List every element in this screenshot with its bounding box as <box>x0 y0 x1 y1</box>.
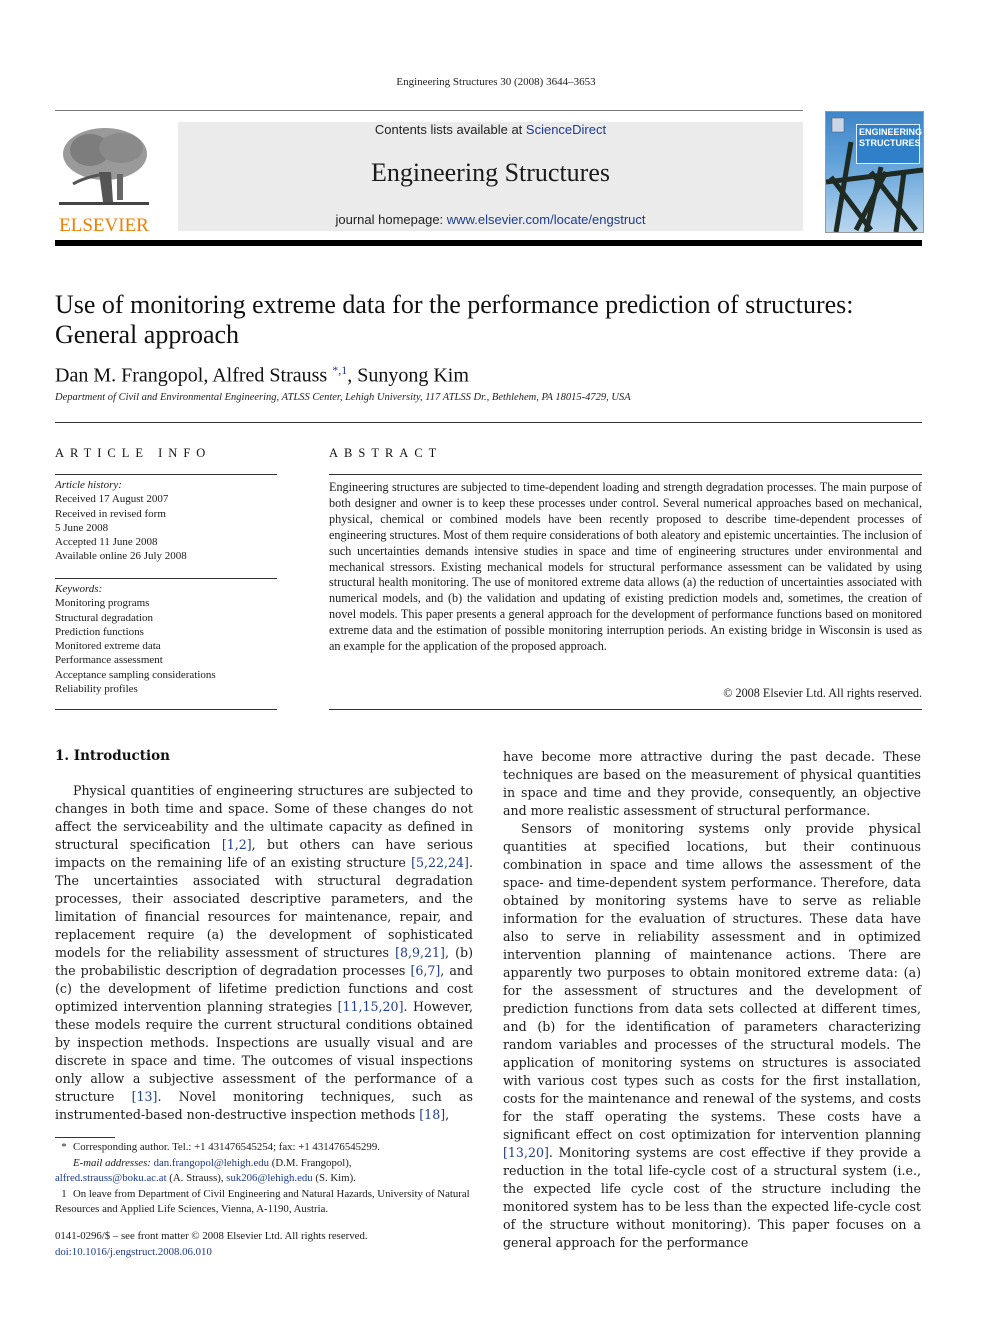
body-text: Sensors of monitoring systems only provi… <box>503 821 921 1142</box>
keyword-item: Monitoring programs <box>55 597 150 610</box>
intro-paragraph-continued: have become more attractive during the p… <box>503 749 921 818</box>
homepage-line: journal homepage: www.elsevier.com/locat… <box>178 212 803 227</box>
email-link[interactable]: suk206@lehigh.edu <box>226 1172 312 1184</box>
title-line1: Use of monitoring extreme data for the p… <box>55 290 854 319</box>
citation-link[interactable]: [13] <box>132 1089 158 1104</box>
author-footnote-marker[interactable]: *,1 <box>332 363 347 377</box>
abstract-body: Engineering structures are subjected to … <box>329 480 922 654</box>
citation-link[interactable]: [8,9,21] <box>395 945 445 960</box>
title-line2: General approach <box>55 320 240 349</box>
keyword-item: Performance assessment <box>55 654 163 667</box>
citation-link[interactable]: [13,20] <box>503 1145 549 1160</box>
header-rule <box>55 110 803 111</box>
intro-paragraph: Sensors of monitoring systems only provi… <box>503 820 921 1252</box>
abstract-bottom-rule <box>329 709 922 710</box>
footnote-star-mark: * <box>61 1141 67 1153</box>
abstract-rule <box>329 474 922 475</box>
citation-link[interactable]: [5,22,24] <box>411 855 469 870</box>
keyword-item: Structural degradation <box>55 611 154 624</box>
history-label: Article history: <box>55 479 122 491</box>
intro-right-column: have become more attractive during the p… <box>503 748 921 1252</box>
authors-text: Dan M. Frangopol, Alfred Strauss <box>55 364 333 387</box>
body-text: . Monitoring systems are cost effective … <box>503 1145 921 1250</box>
citation-link[interactable]: [18] <box>419 1107 445 1122</box>
cover-title-line2: STRUCTURES <box>859 138 921 148</box>
keyword-item: Acceptance sampling considerations <box>55 668 216 681</box>
citation-link[interactable]: [1,2] <box>222 837 252 852</box>
keywords-label: Keywords: <box>55 583 103 595</box>
footnotes: * Corresponding author. Tel.: +1 43147654… <box>55 1140 475 1218</box>
running-head: Engineering Structures 30 (2008) 3644–36… <box>396 76 596 88</box>
footnote-on-leave: 1 On leave from Department of Civil Engin… <box>55 1187 475 1218</box>
article-history: Article history: Received 17 August 2007… <box>55 478 277 564</box>
journal-cover-image[interactable]: ENGINEERING STRUCTURES <box>825 111 924 233</box>
email-link[interactable]: dan.frangopol@lehigh.edu <box>154 1157 269 1169</box>
elsevier-wordmark: ELSEVIER <box>59 215 149 236</box>
elsevier-logo[interactable]: ELSEVIER <box>55 122 153 236</box>
cover-title: ENGINEERING STRUCTURES <box>856 124 923 164</box>
abstract-copyright: © 2008 Elsevier Ltd. All rights reserved… <box>723 686 922 700</box>
citation-link[interactable]: [6,7] <box>410 963 440 978</box>
elsevier-tree-icon <box>55 122 153 210</box>
abstract-heading: ABSTRACT <box>329 446 443 460</box>
history-item: Received in revised form <box>55 507 166 520</box>
section-heading-introduction: 1. Introduction <box>55 748 170 764</box>
history-item: Available online 26 July 2008 <box>55 550 187 563</box>
corresponding-author-text: Corresponding author. Tel.: +1 431476545… <box>73 1141 380 1153</box>
keyword-item: Prediction functions <box>55 625 144 638</box>
article-info-heading: ARTICLE INFO <box>55 446 212 460</box>
email-owner: (D.M. Frangopol), <box>271 1156 352 1169</box>
email-owner: (S. Kim). <box>315 1172 356 1184</box>
email-label: E-mail addresses: <box>73 1156 151 1169</box>
email-link[interactable]: alfred.strauss@boku.ac.at <box>55 1172 167 1184</box>
history-item: 5 June 2008 <box>55 521 109 534</box>
citation-link[interactable]: [11,15,20] <box>338 999 404 1014</box>
keywords-list: Keywords: Monitoring programs Structural… <box>55 582 277 696</box>
affiliation: Department of Civil and Environmental En… <box>55 392 631 403</box>
contents-line: Contents lists available at ScienceDirec… <box>178 122 803 137</box>
keyword-item: Monitored extreme data <box>55 640 161 653</box>
author-list: Dan M. Frangopol, Alfred Strauss *,1, Su… <box>55 363 469 388</box>
contents-prefix: Contents lists available at <box>374 122 526 137</box>
doi-link[interactable]: doi:10.1016/j.engstruct.2008.06.010 <box>55 1245 475 1261</box>
intro-left-column: Physical quantities of engineering struc… <box>55 782 473 1124</box>
masthead-divider <box>55 240 922 246</box>
homepage-prefix: journal homepage: <box>335 212 447 227</box>
footnote-one-mark: 1 <box>61 1187 67 1200</box>
journal-masthead: Contents lists available at ScienceDirec… <box>178 122 803 231</box>
on-leave-text: On leave from Department of Civil Engine… <box>55 1187 470 1216</box>
article-title: Use of monitoring extreme data for the p… <box>55 290 935 350</box>
article-info-rule <box>55 474 277 475</box>
journal-name: Engineering Structures <box>371 158 610 187</box>
issn-copyright: 0141-0296/$ – see front matter © 2008 El… <box>55 1230 368 1242</box>
front-matter: 0141-0296/$ – see front matter © 2008 El… <box>55 1229 475 1260</box>
cover-title-line1: ENGINEERING <box>859 127 923 137</box>
footnote-emails: E-mail addresses: dan.frangopol@lehigh.e… <box>55 1156 475 1187</box>
affiliation-rule <box>55 422 922 423</box>
history-item: Accepted 11 June 2008 <box>55 536 158 549</box>
authors-text-end: , Sunyong Kim <box>347 364 469 387</box>
footnote-rule <box>55 1137 115 1138</box>
history-item: Received 17 August 2007 <box>55 493 169 506</box>
keyword-item: Reliability profiles <box>55 683 138 696</box>
body-text: , <box>445 1107 450 1122</box>
keywords-rule <box>55 578 277 579</box>
footnote-corresponding: * Corresponding author. Tel.: +1 43147654… <box>55 1140 475 1156</box>
sciencedirect-link[interactable]: ScienceDirect <box>526 122 606 137</box>
intro-paragraph: Physical quantities of engineering struc… <box>55 782 473 1124</box>
email-owner: (A. Strauss), <box>169 1172 224 1184</box>
journal-homepage-link[interactable]: www.elsevier.com/locate/engstruct <box>447 212 646 227</box>
article-info-bottom-rule <box>55 709 277 710</box>
